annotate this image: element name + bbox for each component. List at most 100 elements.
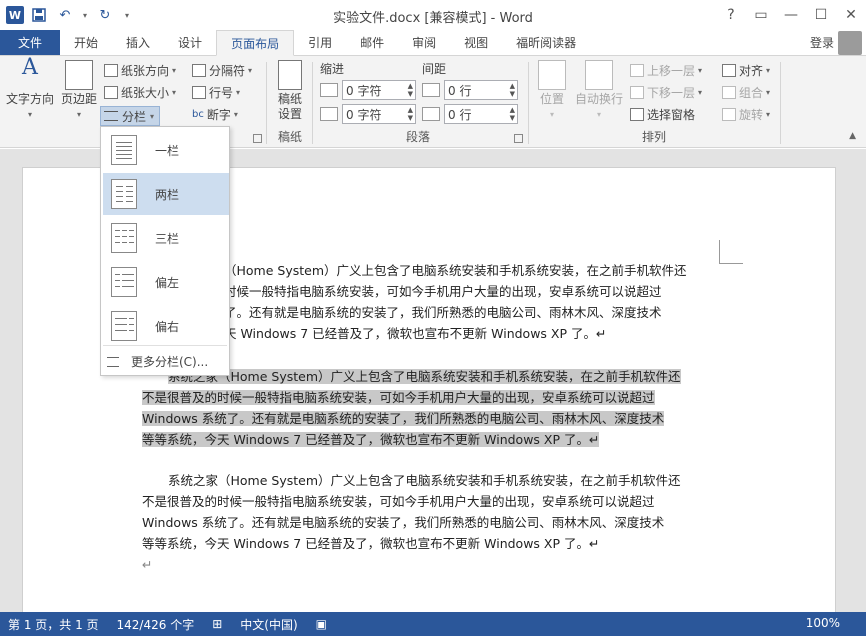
- two-columns-icon: [111, 179, 137, 209]
- three-columns-icon: [111, 223, 137, 253]
- position-button[interactable]: 位置 ▾: [534, 60, 570, 122]
- margins-icon: [65, 60, 93, 90]
- tab-file[interactable]: 文件: [0, 30, 60, 55]
- paragraph-launcher-icon[interactable]: [514, 134, 523, 143]
- zoom-level[interactable]: 100%: [806, 616, 840, 630]
- orientation-button[interactable]: 纸张方向▾: [104, 60, 176, 80]
- tab-design[interactable]: 设计: [164, 30, 216, 55]
- line-numbers-button[interactable]: 行号▾: [192, 82, 240, 102]
- selection-pane-button[interactable]: 选择窗格: [630, 104, 695, 124]
- rotate-button[interactable]: 旋转▾: [722, 104, 770, 124]
- save-icon[interactable]: [28, 4, 50, 26]
- manuscript-group-label: 稿纸: [272, 128, 308, 145]
- spacing-after-icon: [422, 107, 440, 121]
- crop-mark: [719, 240, 743, 264]
- spacing-before-icon: [422, 83, 440, 97]
- tab-mailings[interactable]: 邮件: [346, 30, 398, 55]
- position-icon: [538, 60, 566, 90]
- tab-view[interactable]: 视图: [450, 30, 502, 55]
- spacing-after-field[interactable]: 0 行▲▼: [422, 104, 518, 124]
- help-icon[interactable]: ?: [716, 0, 746, 30]
- page-setup-launcher-icon[interactable]: [253, 134, 262, 143]
- bring-forward-button[interactable]: 上移一层▾: [630, 60, 702, 80]
- tab-home[interactable]: 开始: [60, 30, 112, 55]
- text-direction-button[interactable]: A 文字方向 ▾: [4, 60, 56, 122]
- tab-review[interactable]: 审阅: [398, 30, 450, 55]
- spacing-before-field[interactable]: 0 行▲▼: [422, 80, 518, 100]
- one-column-icon: [111, 135, 137, 165]
- columns-button[interactable]: 分栏▾: [100, 106, 160, 126]
- orientation-icon: [104, 64, 118, 77]
- selection-pane-icon: [630, 108, 644, 121]
- menu-item-three-columns[interactable]: 三栏: [103, 217, 229, 259]
- paragraph-2-selected[interactable]: 系统之家（Home System）广义上包含了电脑系统安装和手机系统安装，在之前…: [142, 366, 720, 450]
- undo-icon[interactable]: ↶: [54, 4, 76, 26]
- macro-icon[interactable]: ▣: [316, 617, 327, 631]
- bring-forward-icon: [630, 64, 644, 77]
- paragraph-mark: ↵: [142, 554, 720, 575]
- menu-item-two-columns[interactable]: 两栏: [103, 173, 229, 215]
- group-button[interactable]: 组合▾: [722, 82, 770, 102]
- word-app-icon[interactable]: W: [6, 6, 24, 24]
- paragraph-group-label: 段落: [320, 128, 516, 145]
- send-backward-button[interactable]: 下移一层▾: [630, 82, 702, 102]
- columns-dropdown-menu: 一栏 两栏 三栏 偏左 偏右: [100, 126, 230, 376]
- window-controls: ? ▭ — ☐ ✕: [716, 0, 866, 30]
- rotate-icon: [722, 108, 736, 121]
- page-count[interactable]: 第 1 页，共 1 页: [8, 616, 99, 633]
- tab-insert[interactable]: 插入: [112, 30, 164, 55]
- size-icon: [104, 86, 118, 99]
- menu-item-left[interactable]: 偏左: [103, 261, 229, 303]
- columns-icon: [104, 111, 118, 121]
- manuscript-icon: [278, 60, 302, 90]
- indent-left-icon: [320, 83, 338, 97]
- menu-item-right[interactable]: 偏右: [103, 305, 229, 347]
- paragraph-3[interactable]: 系统之家（Home System）广义上包含了电脑系统安装和手机系统安装，在之前…: [142, 470, 720, 575]
- paragraph-1[interactable]: （Home System）广义上包含了电脑系统安装和手机系统安装，在之前手机软件…: [224, 260, 720, 344]
- manuscript-settings-button[interactable]: 稿纸 设置: [272, 60, 308, 122]
- text-direction-icon: A: [4, 60, 56, 92]
- group-icon: [722, 86, 736, 99]
- align-button[interactable]: 对齐▾: [722, 60, 770, 80]
- align-icon: [722, 64, 736, 77]
- close-icon[interactable]: ✕: [836, 0, 866, 30]
- hyphenation-icon: bc: [192, 109, 204, 120]
- margins-button[interactable]: 页边距 ▾: [58, 60, 100, 122]
- indent-label: 缩进: [320, 60, 344, 77]
- redo-icon[interactable]: ↻: [94, 4, 116, 26]
- login-link[interactable]: 登录: [810, 34, 834, 51]
- customize-qat-icon[interactable]: ▾: [120, 4, 134, 26]
- maximize-icon[interactable]: ☐: [806, 0, 836, 30]
- wrap-text-icon: [585, 60, 613, 90]
- size-button[interactable]: 纸张大小▾: [104, 82, 176, 102]
- indent-right-field[interactable]: 0 字符▲▼: [320, 104, 416, 124]
- more-columns-icon: [107, 357, 119, 367]
- tab-page-layout[interactable]: 页面布局: [216, 30, 294, 56]
- ribbon-display-icon[interactable]: ▭: [746, 0, 776, 30]
- quick-access-toolbar: W ↶ ▾ ↻ ▾: [0, 0, 134, 30]
- send-backward-icon: [630, 86, 644, 99]
- wrap-text-button[interactable]: 自动换行 ▾: [574, 60, 624, 122]
- word-count[interactable]: 142/426 个字: [117, 616, 195, 633]
- undo-dropdown-icon[interactable]: ▾: [80, 4, 90, 26]
- tab-foxit-reader[interactable]: 福昕阅读器: [502, 30, 590, 55]
- avatar[interactable]: [838, 31, 862, 55]
- language-indicator[interactable]: 中文(中国): [240, 616, 297, 633]
- spacing-label: 间距: [422, 60, 446, 77]
- right-column-icon: [111, 311, 137, 341]
- more-columns-item[interactable]: 更多分栏(C)...: [107, 353, 208, 370]
- status-bar: 第 1 页，共 1 页 142/426 个字 ⊞ 中文(中国) ▣ 100%: [0, 612, 866, 636]
- minimize-icon[interactable]: —: [776, 0, 806, 30]
- tab-references[interactable]: 引用: [294, 30, 346, 55]
- title-bar: W ↶ ▾ ↻ ▾ 实验文件.docx [兼容模式] - Word ? ▭ — …: [0, 0, 866, 30]
- ribbon-tabs: 文件 开始 插入 设计 页面布局 引用 邮件 审阅 视图 福昕阅读器 登录: [0, 30, 866, 56]
- hyphenation-button[interactable]: bc 断字▾: [192, 104, 238, 124]
- breaks-icon: [192, 64, 206, 77]
- line-numbers-icon: [192, 86, 206, 99]
- indent-left-field[interactable]: 0 字符▲▼: [320, 80, 416, 100]
- arrange-group-label: 排列: [534, 128, 774, 145]
- breaks-button[interactable]: 分隔符▾: [192, 60, 252, 80]
- menu-item-one-column[interactable]: 一栏: [103, 129, 229, 171]
- proofing-icon[interactable]: ⊞: [212, 617, 222, 631]
- collapse-ribbon-icon[interactable]: ▲: [849, 131, 856, 141]
